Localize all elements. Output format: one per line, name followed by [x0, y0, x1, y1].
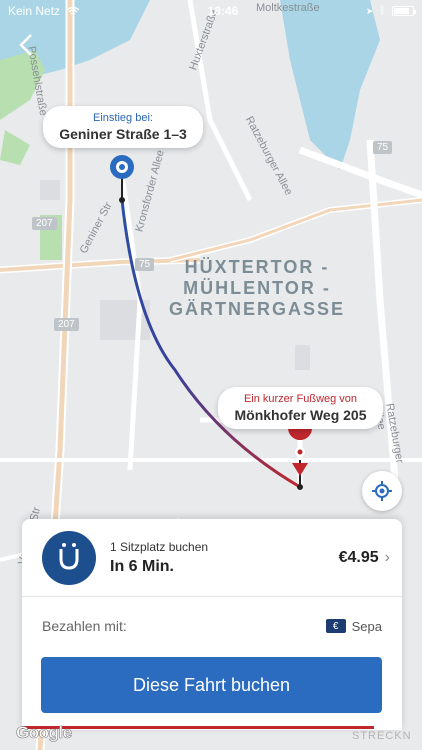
- building-block: [295, 345, 310, 370]
- eta-text: In 6 Min.: [110, 557, 174, 575]
- back-button[interactable]: [14, 32, 40, 58]
- start-pin-icon: [110, 155, 134, 179]
- ride-summary-row[interactable]: 1 Sitzplatz buchen In 6 Min. €4.95 ›: [22, 519, 402, 597]
- booking-card: 1 Sitzplatz buchen In 6 Min. €4.95 › Bez…: [22, 519, 402, 730]
- bluetooth-icon: ᛒ: [379, 5, 386, 17]
- chevron-left-icon: [19, 34, 32, 56]
- route-line: [120, 199, 301, 489]
- pickup-address: Geniner Straße 1–3: [59, 126, 187, 142]
- pickup-subtitle: Einstieg bei:: [93, 112, 153, 124]
- road-number-badge: 75: [373, 141, 393, 154]
- crosshair-icon: [372, 481, 392, 501]
- chevron-right-icon: ›: [384, 548, 390, 566]
- road: [169, 198, 422, 262]
- location-arrow-icon: ➤: [365, 5, 374, 16]
- district-label: HÜXTERTOR - MÜHLENTOR - GÄRTNERGASSE: [162, 257, 352, 320]
- seat-count-text: 1 Sitzplatz buchen: [110, 539, 209, 554]
- route-node: [119, 197, 125, 203]
- payment-label: Bezahlen mit:: [42, 618, 127, 634]
- road-number-badge: 207: [54, 318, 79, 331]
- payment-method-label: Sepa: [351, 618, 382, 634]
- dropoff-address: Mönkhofer Weg 205: [234, 407, 367, 423]
- road: [298, 146, 422, 199]
- building-block: [40, 180, 60, 200]
- payment-row[interactable]: Bezahlen mit: € Sepa: [22, 597, 402, 655]
- rider-logo-glyph: [59, 542, 79, 570]
- dropoff-subtitle: Ein kurzer Fußweg von: [243, 393, 358, 405]
- route-node: [297, 484, 303, 490]
- clock-text: 18:46: [207, 4, 239, 18]
- road-number-badge: 75: [135, 258, 155, 271]
- carrier-text: Kein Netz: [8, 4, 61, 18]
- pickup-bubble: Einstieg bei: Geniner Straße 1–3: [43, 106, 203, 148]
- locate-me-button[interactable]: [362, 471, 402, 511]
- euro-card-icon: €: [325, 619, 346, 633]
- rider-logo-icon: [42, 530, 96, 585]
- road: [187, 0, 253, 202]
- watermark-text: STRECKN: [352, 730, 412, 742]
- park-area: [0, 130, 30, 165]
- road-number-badge: 207: [32, 217, 57, 230]
- status-bar: Kein Netz 18:46 ➤ ᛒ: [0, 0, 422, 22]
- water-area: [280, 0, 380, 170]
- wifi-icon: [66, 6, 80, 15]
- district-name: HÜXTERTOR - MÜHLENTOR - GÄRTNERGASSE: [168, 257, 345, 319]
- progress-accent-line: [22, 726, 374, 729]
- dropoff-bubble: Ein kurzer Fußweg von Mönkhofer Weg 205: [218, 387, 383, 429]
- price-text: €4.95: [338, 548, 379, 566]
- payment-method[interactable]: € Sepa: [325, 618, 382, 634]
- book-ride-button[interactable]: Diese Fahrt buchen: [41, 657, 382, 713]
- google-logo: Google: [16, 723, 73, 743]
- battery-icon: [391, 6, 416, 16]
